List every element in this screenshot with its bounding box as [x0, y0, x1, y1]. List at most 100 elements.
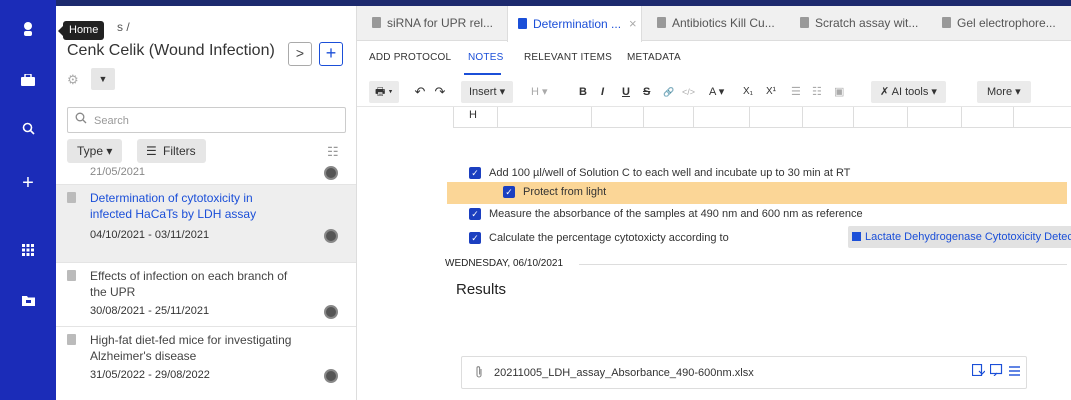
underline-button[interactable]: U [622, 81, 630, 103]
list-item-active[interactable]: Determination of cytotoxicity in infecte… [56, 184, 356, 262]
plus-icon[interactable]: + [18, 173, 38, 193]
checklist-item: ✓ Measure the absorbance of the samples … [447, 204, 1067, 226]
tune-icon[interactable]: ☷ [327, 144, 339, 160]
avatar [324, 369, 338, 383]
item-title: Effects of infection on each branch of t… [90, 269, 288, 299]
ai-tools-dropdown[interactable]: ✗ AI tools ▾ [871, 81, 946, 103]
code-button[interactable]: </> [682, 81, 695, 103]
table-cell [497, 107, 498, 128]
next-button[interactable]: > [288, 42, 312, 66]
document-icon [67, 334, 76, 345]
subscript-button[interactable]: X₁ [743, 81, 753, 103]
tab-label: Gel electrophore... [957, 16, 1056, 30]
italic-button[interactable]: I [601, 81, 604, 103]
protocol-icon [852, 232, 861, 241]
font-color-dropdown[interactable]: A ▾ [709, 81, 724, 103]
folder-icon[interactable] [18, 292, 38, 312]
date-separator: WEDNESDAY, 06/10/2021 [445, 258, 564, 269]
list-item[interactable]: High-fat diet-fed mice for investigating… [56, 326, 356, 400]
document-icon [518, 18, 527, 29]
add-button[interactable]: + [319, 42, 343, 66]
checklist-text: Protect from light [523, 186, 607, 198]
checklist-text: Measure the absorbance of the samples at… [489, 208, 863, 220]
download-icon[interactable] [971, 363, 986, 379]
search-icon[interactable] [18, 121, 38, 141]
table-cell [591, 107, 592, 128]
tab-label: Determination ... [533, 17, 622, 31]
results-heading: Results [456, 281, 507, 298]
table-cell [643, 107, 644, 128]
item-title: High-fat diet-fed mice for investigating… [90, 333, 292, 363]
breadcrumb[interactable]: s / [117, 20, 130, 34]
project-title: Cenk Celik (Wound Infection) [67, 42, 275, 59]
tab-notes[interactable]: NOTES [468, 52, 503, 63]
filters-label: Filters [163, 144, 196, 158]
attachment-card[interactable]: 20211005_LDH_assay_Absorbance_490-600nm.… [461, 356, 1027, 389]
link-button[interactable]: 🔗 [663, 81, 674, 103]
list-item[interactable]: 21/05/2021 [56, 166, 356, 184]
undo-button[interactable]: ↶ [413, 81, 427, 103]
table-cell [961, 107, 962, 128]
table-cell [1013, 107, 1014, 128]
checkbox-checked[interactable]: ✓ [469, 232, 481, 244]
tab-gel-electrophoresis[interactable]: Gel electrophore... [942, 6, 1071, 41]
tab-label: Antibiotics Kill Cu... [672, 16, 775, 30]
tab-metadata[interactable]: METADATA [627, 52, 681, 63]
settings-dropdown[interactable]: ▼ [91, 68, 115, 90]
table-cell [693, 107, 694, 128]
search-box[interactable] [67, 107, 346, 133]
open-icon[interactable] [989, 363, 1003, 379]
checkbox-checked[interactable]: ✓ [469, 167, 481, 179]
numbered-list-button[interactable]: ☷ [812, 81, 822, 103]
item-date: 31/05/2022 - 29/08/2022 [90, 369, 210, 381]
bullet-list-button[interactable]: ☰ [791, 81, 801, 103]
tab-antibiotics[interactable]: Antibiotics Kill Cu... [657, 6, 787, 41]
superscript-button[interactable]: X¹ [766, 81, 776, 103]
list-item[interactable]: Effects of infection on each branch of t… [56, 262, 356, 326]
heading-dropdown[interactable]: H ▾ [531, 81, 548, 103]
checklist-text: Calculate the percentage cytotoxicty acc… [489, 232, 729, 244]
gear-icon[interactable]: ⚙ [67, 72, 79, 88]
checklist-item-highlighted: ✓ Protect from light [447, 182, 1067, 204]
table-row[interactable]: H [453, 107, 1071, 128]
close-icon[interactable]: × [629, 16, 637, 31]
more-dropdown[interactable]: More ▾ [977, 81, 1031, 103]
checkbox-checked[interactable]: ✓ [469, 208, 481, 220]
tab-determination[interactable]: Determination ... × [507, 6, 642, 42]
filters-button[interactable]: ☰ Filters [137, 139, 206, 163]
paperclip-icon [474, 365, 484, 382]
table-cell [853, 107, 854, 128]
table-cell [907, 107, 908, 128]
linked-protocol-chip[interactable]: Lactate Dehydrogenase Cytotoxicity Detec… [848, 226, 1071, 248]
type-filter-button[interactable]: Type ▾ [67, 139, 123, 163]
tab-scratch-assay[interactable]: Scratch assay wit... [800, 6, 930, 41]
search-input[interactable] [94, 112, 334, 130]
attachment-filename[interactable]: 20211005_LDH_assay_Absorbance_490-600nm.… [494, 367, 754, 379]
document-icon [67, 192, 76, 203]
notes-editor[interactable]: H ✓ Add 100 µl/well of Solution C to eac… [357, 107, 1071, 400]
strikethrough-button[interactable]: S [643, 81, 650, 103]
avatar [324, 166, 338, 180]
item-date: 21/05/2021 [90, 166, 146, 178]
tab-relevant-items[interactable]: RELEVANT ITEMS [524, 52, 612, 63]
document-icon [800, 17, 809, 28]
bold-button[interactable]: B [579, 81, 587, 103]
main-panel: siRNA for UPR rel... Determination ... × … [357, 6, 1071, 400]
tab-sirna[interactable]: siRNA for UPR rel... [372, 6, 502, 41]
insert-button[interactable]: Insert ▾ [461, 81, 514, 103]
avatar-icon[interactable] [18, 21, 38, 41]
table-cell [749, 107, 750, 128]
briefcase-icon[interactable] [18, 72, 38, 92]
editor-toolbar: 🖶 ▾ ↶ ↷ Insert ▾ H ▾ B I U S 🔗 </> A ▾ X… [357, 77, 1071, 107]
print-button[interactable]: 🖶 ▾ [369, 81, 399, 103]
chip-label: Lactate Dehydrogenase Cytotoxicity Detec… [865, 231, 1071, 243]
nav-rail: + [0, 0, 56, 400]
menu-icon[interactable] [1009, 364, 1020, 379]
apps-grid-icon[interactable] [18, 242, 38, 262]
checklist-button[interactable]: ▣ [834, 81, 844, 103]
tab-label: Scratch assay wit... [815, 16, 919, 30]
project-sidebar: s / Cenk Celik (Wound Infection) > + ⚙ ▼… [56, 6, 357, 400]
redo-button[interactable]: ↷ [433, 81, 447, 103]
tab-add-protocol[interactable]: ADD PROTOCOL [369, 52, 451, 63]
checkbox-checked[interactable]: ✓ [503, 186, 515, 198]
